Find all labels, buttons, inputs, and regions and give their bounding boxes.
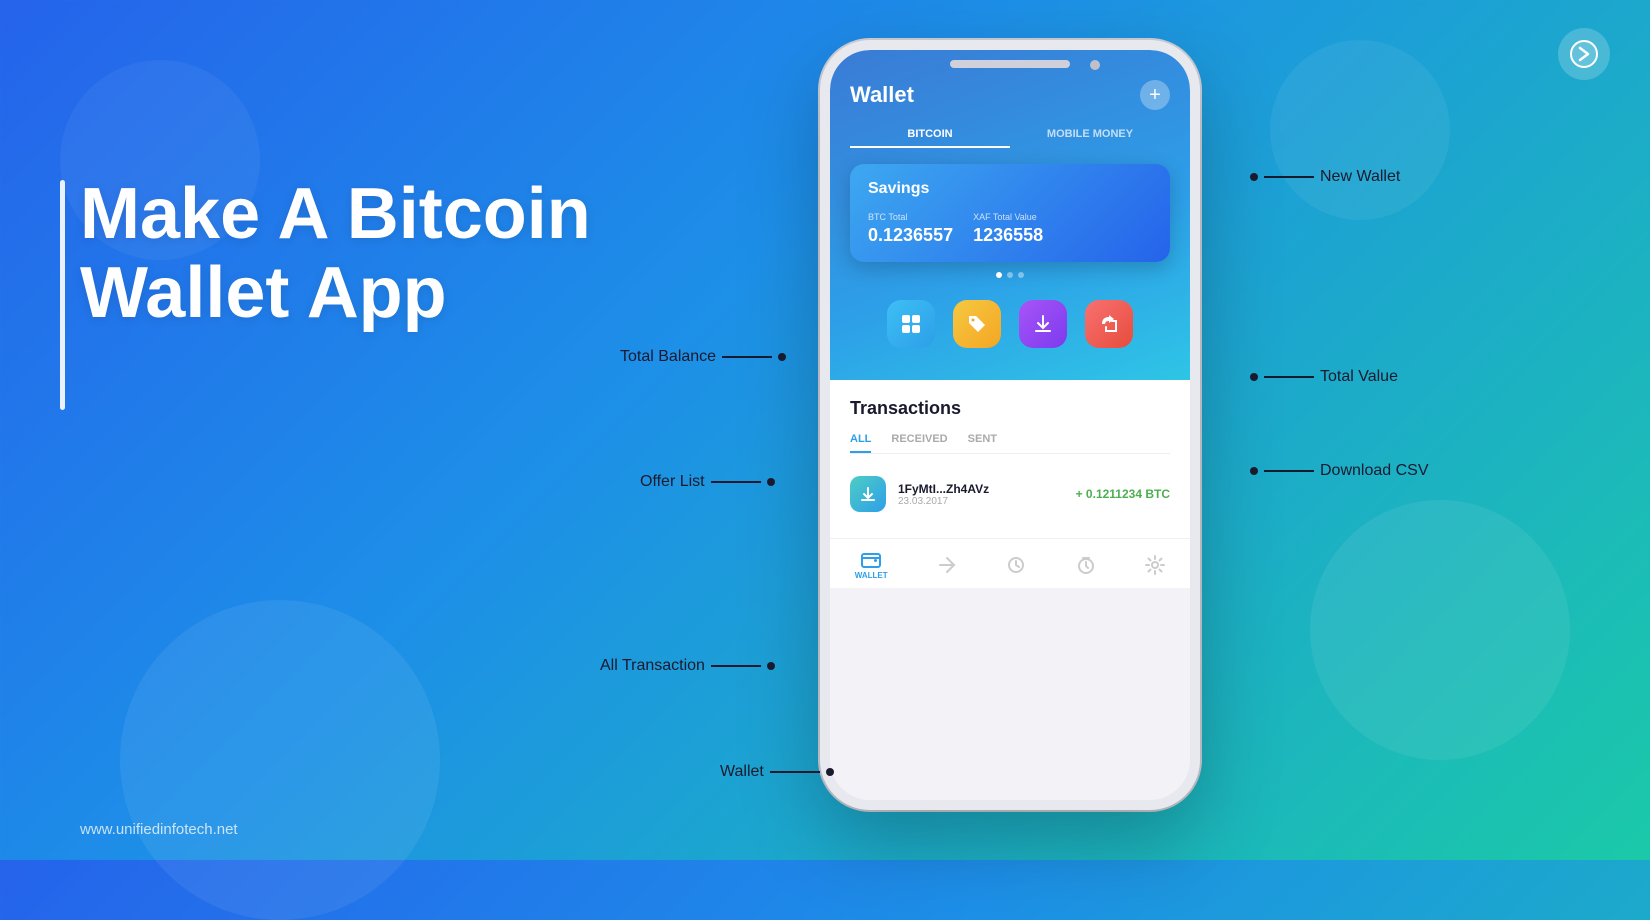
annotation-label-total-value: Total Value xyxy=(1320,368,1398,386)
carousel-dot-1 xyxy=(996,272,1002,278)
bg-decoration-circle-4 xyxy=(1270,40,1450,220)
action-icons-row xyxy=(850,290,1170,364)
wallet-tabs: BITCOIN MOBILE MONEY xyxy=(850,122,1170,148)
nav-wallet-label: WALLET xyxy=(855,571,888,580)
transaction-icon xyxy=(850,476,886,512)
transaction-date: 23.03.2017 xyxy=(898,496,1064,507)
btc-value: 0.1236557 xyxy=(868,225,953,246)
xaf-label: XAF Total Value xyxy=(973,212,1043,222)
annotation-dot-download-csv xyxy=(1250,467,1258,475)
annotation-download-csv: Download CSV xyxy=(1250,462,1429,480)
footer-url: www.unifiedinfotech.net xyxy=(80,821,238,838)
carousel-dot-2 xyxy=(1007,272,1013,278)
phone-wallet-title: Wallet xyxy=(850,82,914,108)
heading-line2: Wallet App xyxy=(80,253,447,333)
annotation-offer-list: Offer List xyxy=(640,473,775,491)
annotation-label-wallet-bottom: Wallet xyxy=(720,763,764,781)
main-heading: Make A Bitcoin Wallet App xyxy=(80,175,591,333)
nav-settings[interactable] xyxy=(1145,555,1165,575)
annotation-label-total-balance: Total Balance xyxy=(620,348,716,366)
btc-label: BTC Total xyxy=(868,212,953,222)
annotation-label-new-wallet: New Wallet xyxy=(1320,168,1400,186)
tx-tab-all[interactable]: ALL xyxy=(850,433,871,453)
annotation-line-total-value xyxy=(1264,376,1314,378)
annotation-dot-offer-list xyxy=(767,478,775,486)
carousel-dot-3 xyxy=(1018,272,1024,278)
annotation-dot-total-balance xyxy=(778,353,786,361)
annotation-all-transaction: All Transaction xyxy=(600,657,775,675)
phone-screen: Wallet + BITCOIN MOBILE MONEY Savings BT… xyxy=(830,50,1190,800)
annotation-line-offer-list xyxy=(711,481,761,483)
phone-bottom-nav: WALLET xyxy=(830,538,1190,588)
phone-frame: Wallet + BITCOIN MOBILE MONEY Savings BT… xyxy=(820,40,1200,810)
annotation-label-offer-list: Offer List xyxy=(640,473,705,491)
nav-timer[interactable] xyxy=(1076,555,1096,575)
transaction-info: 1FyMtI...Zh4AVz 23.03.2017 xyxy=(898,482,1064,507)
annotation-total-balance: Total Balance xyxy=(620,348,786,366)
nav-history[interactable] xyxy=(1006,555,1026,575)
annotation-dot-total-value xyxy=(1250,373,1258,381)
annotation-line-new-wallet xyxy=(1264,176,1314,178)
nav-wallet[interactable]: WALLET xyxy=(855,549,888,580)
btc-balance: BTC Total 0.1236557 xyxy=(868,212,953,246)
annotation-dot-all-transaction xyxy=(767,662,775,670)
transaction-address: 1FyMtI...Zh4AVz xyxy=(898,482,1064,496)
tx-tab-received[interactable]: RECEIVED xyxy=(891,433,947,453)
share-button[interactable] xyxy=(1085,300,1133,348)
savings-balances: BTC Total 0.1236557 XAF Total Value 1236… xyxy=(868,212,1152,246)
left-accent-bar xyxy=(60,180,65,410)
annotation-wallet-bottom: Wallet xyxy=(720,763,834,781)
phone-camera xyxy=(1090,60,1100,70)
phone-notch xyxy=(950,60,1070,68)
tab-mobile-money[interactable]: MOBILE MONEY xyxy=(1010,122,1170,148)
transactions-title: Transactions xyxy=(850,398,1170,419)
transaction-amount: + 0.1211234 BTC xyxy=(1076,487,1170,501)
phone-header: Wallet + xyxy=(850,80,1170,110)
annotation-dot-new-wallet xyxy=(1250,173,1258,181)
annotation-line-download-csv xyxy=(1264,470,1314,472)
download-button[interactable] xyxy=(1019,300,1067,348)
savings-card: Savings BTC Total 0.1236557 XAF Total Va… xyxy=(850,164,1170,262)
phone-bottom-section: Transactions ALL RECEIVED SENT xyxy=(830,380,1190,538)
savings-title: Savings xyxy=(868,180,1152,198)
xaf-value: 1236558 xyxy=(973,225,1043,246)
phone-top-section: Wallet + BITCOIN MOBILE MONEY Savings BT… xyxy=(830,50,1190,380)
xaf-balance: XAF Total Value 1236558 xyxy=(973,212,1043,246)
offer-list-button[interactable] xyxy=(887,300,935,348)
phone-mockup: Wallet + BITCOIN MOBILE MONEY Savings BT… xyxy=(820,40,1200,810)
annotation-new-wallet: New Wallet xyxy=(1250,168,1400,186)
annotation-label-download-csv: Download CSV xyxy=(1320,462,1429,480)
annotation-line-all-transaction xyxy=(711,665,761,667)
heading-line1: Make A Bitcoin xyxy=(80,174,591,254)
annotation-line-wallet-bottom xyxy=(770,771,820,773)
tag-button[interactable] xyxy=(953,300,1001,348)
annotation-label-all-transaction: All Transaction xyxy=(600,657,705,675)
logo xyxy=(1558,28,1610,80)
transaction-tabs: ALL RECEIVED SENT xyxy=(850,433,1170,454)
tab-bitcoin[interactable]: BITCOIN xyxy=(850,122,1010,148)
bg-decoration-circle-3 xyxy=(1310,500,1570,760)
tx-tab-sent[interactable]: SENT xyxy=(968,433,997,453)
annotation-total-value: Total Value xyxy=(1250,368,1398,386)
annotation-dot-wallet-bottom xyxy=(826,768,834,776)
bg-decoration-circle-1 xyxy=(120,600,440,920)
annotation-line-total-balance xyxy=(722,356,772,358)
carousel-dots xyxy=(850,272,1170,278)
add-wallet-button[interactable]: + xyxy=(1140,80,1170,110)
transaction-row: 1FyMtI...Zh4AVz 23.03.2017 + 0.1211234 B… xyxy=(850,468,1170,520)
nav-send[interactable] xyxy=(937,555,957,575)
